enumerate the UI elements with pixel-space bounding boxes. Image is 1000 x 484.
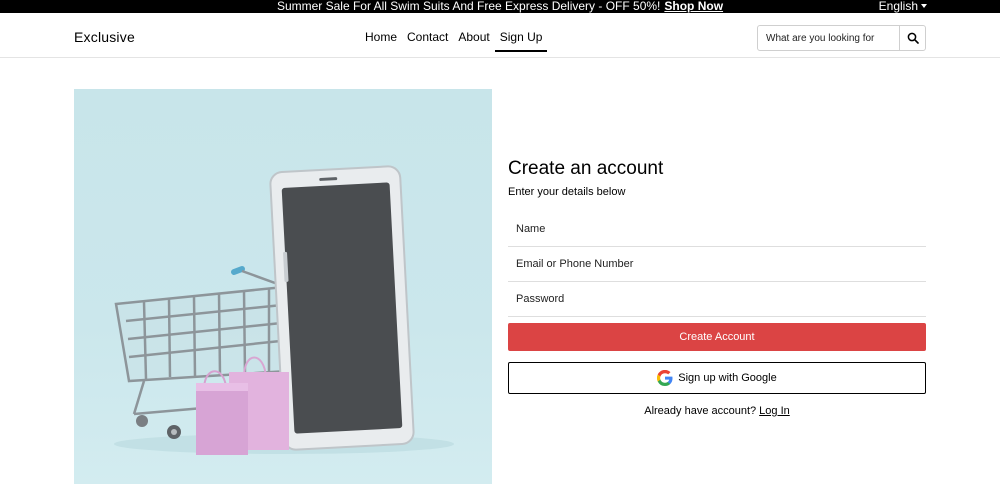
illustration-svg bbox=[114, 165, 454, 455]
google-signup-button[interactable]: Sign up with Google bbox=[508, 362, 926, 394]
create-account-label: Create Account bbox=[679, 331, 755, 343]
announcement-bar: Summer Sale For All Swim Suits And Free … bbox=[0, 0, 1000, 13]
language-selector[interactable]: English bbox=[879, 0, 927, 13]
nav-home[interactable]: Home bbox=[360, 26, 402, 52]
nav-sign-up[interactable]: Sign Up bbox=[494, 26, 548, 52]
promo-text: Summer Sale For All Swim Suits And Free … bbox=[276, 0, 661, 13]
google-icon bbox=[657, 370, 673, 386]
search-button[interactable] bbox=[899, 26, 925, 50]
signup-form: Create an account Enter your details bel… bbox=[508, 158, 926, 417]
search-input[interactable] bbox=[758, 26, 900, 50]
language-label: English bbox=[878, 0, 918, 13]
login-prompt-row: Already have account? Log In bbox=[508, 405, 926, 417]
email-field-wrapper bbox=[508, 247, 926, 282]
name-field-wrapper bbox=[508, 212, 926, 247]
password-field-wrapper bbox=[508, 282, 926, 317]
nav-about[interactable]: About bbox=[453, 26, 494, 52]
form-subtitle: Enter your details below bbox=[508, 186, 626, 198]
name-field[interactable] bbox=[508, 212, 926, 246]
login-link[interactable]: Log In bbox=[759, 405, 790, 417]
create-account-button[interactable]: Create Account bbox=[508, 323, 926, 351]
main-nav: Home Contact About Sign Up bbox=[360, 26, 548, 52]
login-prompt-text: Already have account? bbox=[644, 405, 757, 417]
site-logo[interactable]: Exclusive bbox=[74, 29, 135, 45]
search-box bbox=[757, 25, 926, 51]
google-signup-label: Sign up with Google bbox=[678, 372, 777, 384]
shop-now-link[interactable]: Shop Now bbox=[664, 0, 723, 13]
password-field[interactable] bbox=[508, 282, 926, 316]
site-header: Exclusive Home Contact About Sign Up bbox=[0, 13, 1000, 58]
search-icon bbox=[907, 32, 919, 44]
smartphone-icon bbox=[269, 165, 415, 451]
form-title: Create an account bbox=[508, 158, 664, 179]
signup-illustration bbox=[74, 89, 492, 484]
promo-banner: Summer Sale For All Swim Suits And Free … bbox=[0, 0, 1000, 13]
shopping-bag-icon bbox=[196, 356, 289, 455]
nav-contact[interactable]: Contact bbox=[402, 26, 453, 52]
chevron-down-icon bbox=[921, 4, 927, 8]
email-field[interactable] bbox=[508, 247, 926, 281]
